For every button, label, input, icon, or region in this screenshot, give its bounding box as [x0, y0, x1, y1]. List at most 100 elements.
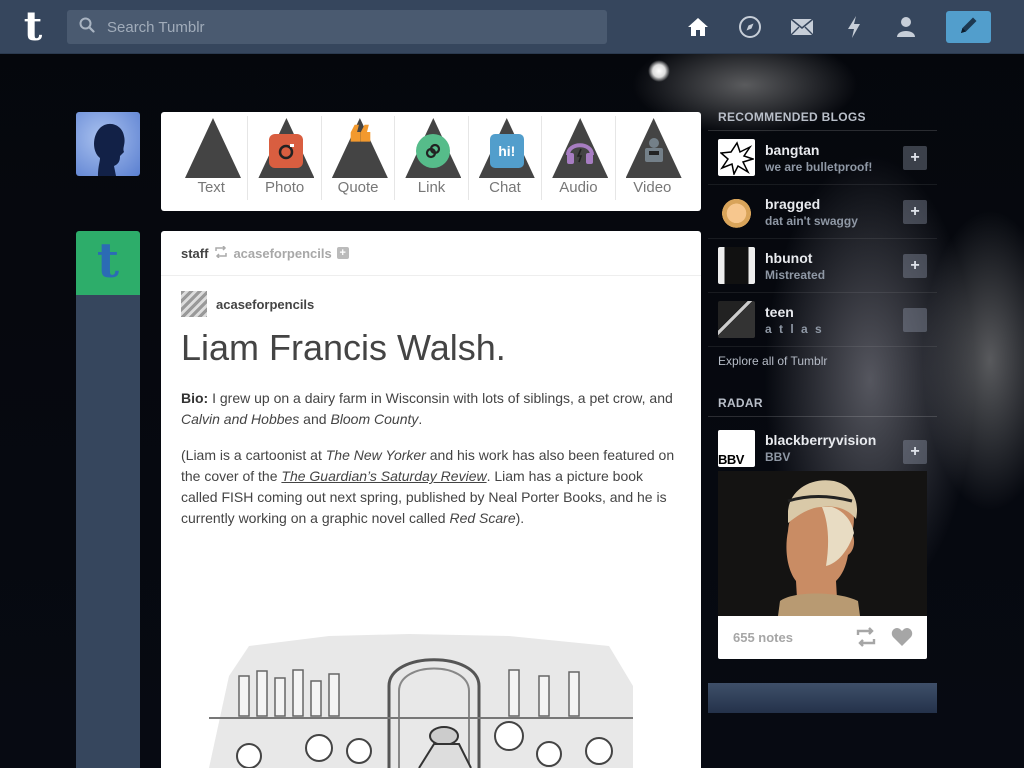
user-avatar[interactable] — [76, 112, 140, 176]
blog-name[interactable]: teen — [765, 304, 824, 320]
post-type-chat[interactable]: hi! Chat — [469, 116, 543, 200]
recommended-blogs-title: RECOMMENDED BLOGS — [708, 104, 937, 131]
radar-title: RADAR — [708, 390, 937, 417]
inbox-mail-icon[interactable] — [784, 10, 820, 44]
recommended-blog[interactable]: bangtan we are bulletproof! + — [708, 131, 937, 185]
follow-plus-icon[interactable] — [903, 308, 927, 332]
heart-like-icon[interactable] — [891, 627, 913, 652]
attribution-name[interactable]: acaseforpencils — [216, 297, 314, 312]
post-type-selector: Text Photo ❝ Quote Link hi! Chat Audio V… — [161, 112, 701, 211]
post-type-label: Audio — [559, 179, 598, 196]
follow-plus-icon[interactable]: + — [903, 200, 927, 224]
radar-post: 655 notes — [718, 471, 927, 659]
search-input[interactable] — [107, 18, 607, 36]
radar-avatar-text: BBV — [718, 451, 744, 467]
post-type-label: Video — [633, 179, 672, 196]
blog-description: we are bulletproof! — [765, 159, 873, 174]
camera-icon — [269, 134, 304, 168]
post-type-link[interactable]: Link — [395, 116, 469, 200]
post-header: staff acaseforpencils + — [161, 231, 701, 276]
blog-name[interactable]: bangtan — [765, 142, 872, 158]
info-text: ). — [515, 510, 525, 526]
post-title: Liam Francis Walsh. — [181, 327, 506, 368]
follow-plus-icon[interactable]: + — [903, 440, 927, 464]
staff-avatar[interactable]: t — [76, 231, 140, 295]
staff-avatar-rail — [76, 295, 140, 768]
post-attribution: acaseforpencils — [181, 291, 314, 317]
search-bar[interactable] — [67, 10, 607, 44]
radar-post-footer: 655 notes — [718, 616, 927, 659]
quote-icon: ❝ — [347, 116, 373, 170]
reblog-icon — [214, 244, 228, 261]
info-text: (Liam is a cartoonist at — [181, 447, 326, 463]
follow-plus-icon[interactable]: + — [903, 254, 927, 278]
follow-plus-icon[interactable]: + — [903, 146, 927, 170]
explore-compass-icon[interactable] — [732, 10, 768, 44]
bio-text: I grew up on a dairy farm in Wisconsin w… — [208, 390, 673, 406]
activity-lightning-icon[interactable] — [836, 10, 872, 44]
pencil-icon — [958, 14, 980, 41]
post-type-audio[interactable]: Audio — [542, 116, 616, 200]
post-card: staff acaseforpencils + acaseforpencils … — [161, 231, 701, 768]
blog-avatar[interactable] — [718, 301, 755, 338]
post-type-cone — [185, 118, 241, 178]
notes-count[interactable]: 655 notes — [733, 630, 793, 645]
post-type-label: Chat — [489, 179, 521, 196]
main-nav — [680, 10, 940, 44]
blog-avatar[interactable] — [718, 139, 755, 176]
home-icon[interactable] — [680, 10, 716, 44]
chat-icon: hi! — [489, 134, 524, 168]
right-sidebar: RECOMMENDED BLOGS bangtan we are bulletp… — [708, 104, 937, 659]
explore-link[interactable]: Explore all of Tumblr — [708, 347, 937, 390]
bio-paragraph: Bio: I grew up on a dairy farm in Wiscon… — [181, 388, 681, 430]
bio-text: . — [418, 411, 423, 427]
sidebar-bottom-panel — [708, 683, 937, 713]
radar-photo[interactable] — [718, 471, 927, 616]
guardian-link-text: The Guardian’s Saturday Review — [281, 468, 487, 484]
bio-text: and — [299, 411, 331, 427]
recommended-blog[interactable]: hbunot Mistreated + — [708, 239, 937, 293]
post-author[interactable]: staff — [181, 246, 208, 261]
cartoon-image[interactable] — [209, 626, 633, 768]
account-person-icon[interactable] — [888, 10, 924, 44]
bio-label: Bio: — [181, 390, 209, 406]
radar-blog[interactable]: BBV blackberryvision BBV + — [708, 425, 937, 471]
post-type-quote[interactable]: ❝ Quote — [322, 116, 396, 200]
post-type-label: Link — [417, 179, 446, 196]
compose-button[interactable] — [946, 11, 991, 43]
blog-name[interactable]: bragged — [765, 196, 858, 212]
post-type-text[interactable]: Text — [175, 116, 249, 200]
blog-description: a t l a s — [765, 321, 824, 336]
blog-name[interactable]: blackberryvision — [765, 432, 876, 448]
tumblr-logo[interactable]: t — [16, 7, 50, 47]
video-camera-icon — [637, 134, 671, 168]
reblogged-from[interactable]: acaseforpencils — [233, 246, 331, 261]
bio-italic: Bloom County — [330, 411, 419, 427]
post-type-photo[interactable]: Photo — [248, 116, 322, 200]
guardian-link[interactable]: The Guardian’s Saturday Review — [281, 468, 486, 484]
post-type-label: Quote — [337, 179, 379, 196]
blog-description: dat ain't swaggy — [765, 213, 858, 228]
post-type-video[interactable]: Video — [616, 116, 689, 200]
headphones-icon — [563, 134, 597, 168]
blog-name[interactable]: hbunot — [765, 250, 825, 266]
post-type-label: Photo — [265, 179, 305, 196]
info-paragraph: (Liam is a cartoonist at The New Yorker … — [181, 445, 681, 529]
blog-description: Mistreated — [765, 267, 826, 282]
background-light — [648, 60, 670, 82]
post-type-label: Text — [197, 179, 225, 196]
blog-avatar[interactable] — [718, 247, 755, 284]
post-body: Bio: I grew up on a dairy farm in Wiscon… — [181, 388, 681, 544]
recommended-blog[interactable]: teen a t l a s — [708, 293, 937, 347]
blog-avatar[interactable] — [718, 193, 755, 230]
follow-plus-icon[interactable]: + — [336, 247, 349, 259]
search-icon — [67, 17, 107, 38]
recommended-blog[interactable]: bragged dat ain't swaggy + — [708, 185, 937, 239]
blog-description: BBV — [765, 450, 791, 464]
info-italic: The New Yorker — [325, 447, 426, 463]
top-bar: t — [0, 0, 1024, 54]
info-italic: Red Scare — [449, 510, 516, 526]
reblog-icon[interactable] — [855, 627, 877, 652]
attribution-avatar[interactable] — [181, 291, 207, 317]
blog-avatar[interactable]: BBV — [718, 429, 755, 467]
